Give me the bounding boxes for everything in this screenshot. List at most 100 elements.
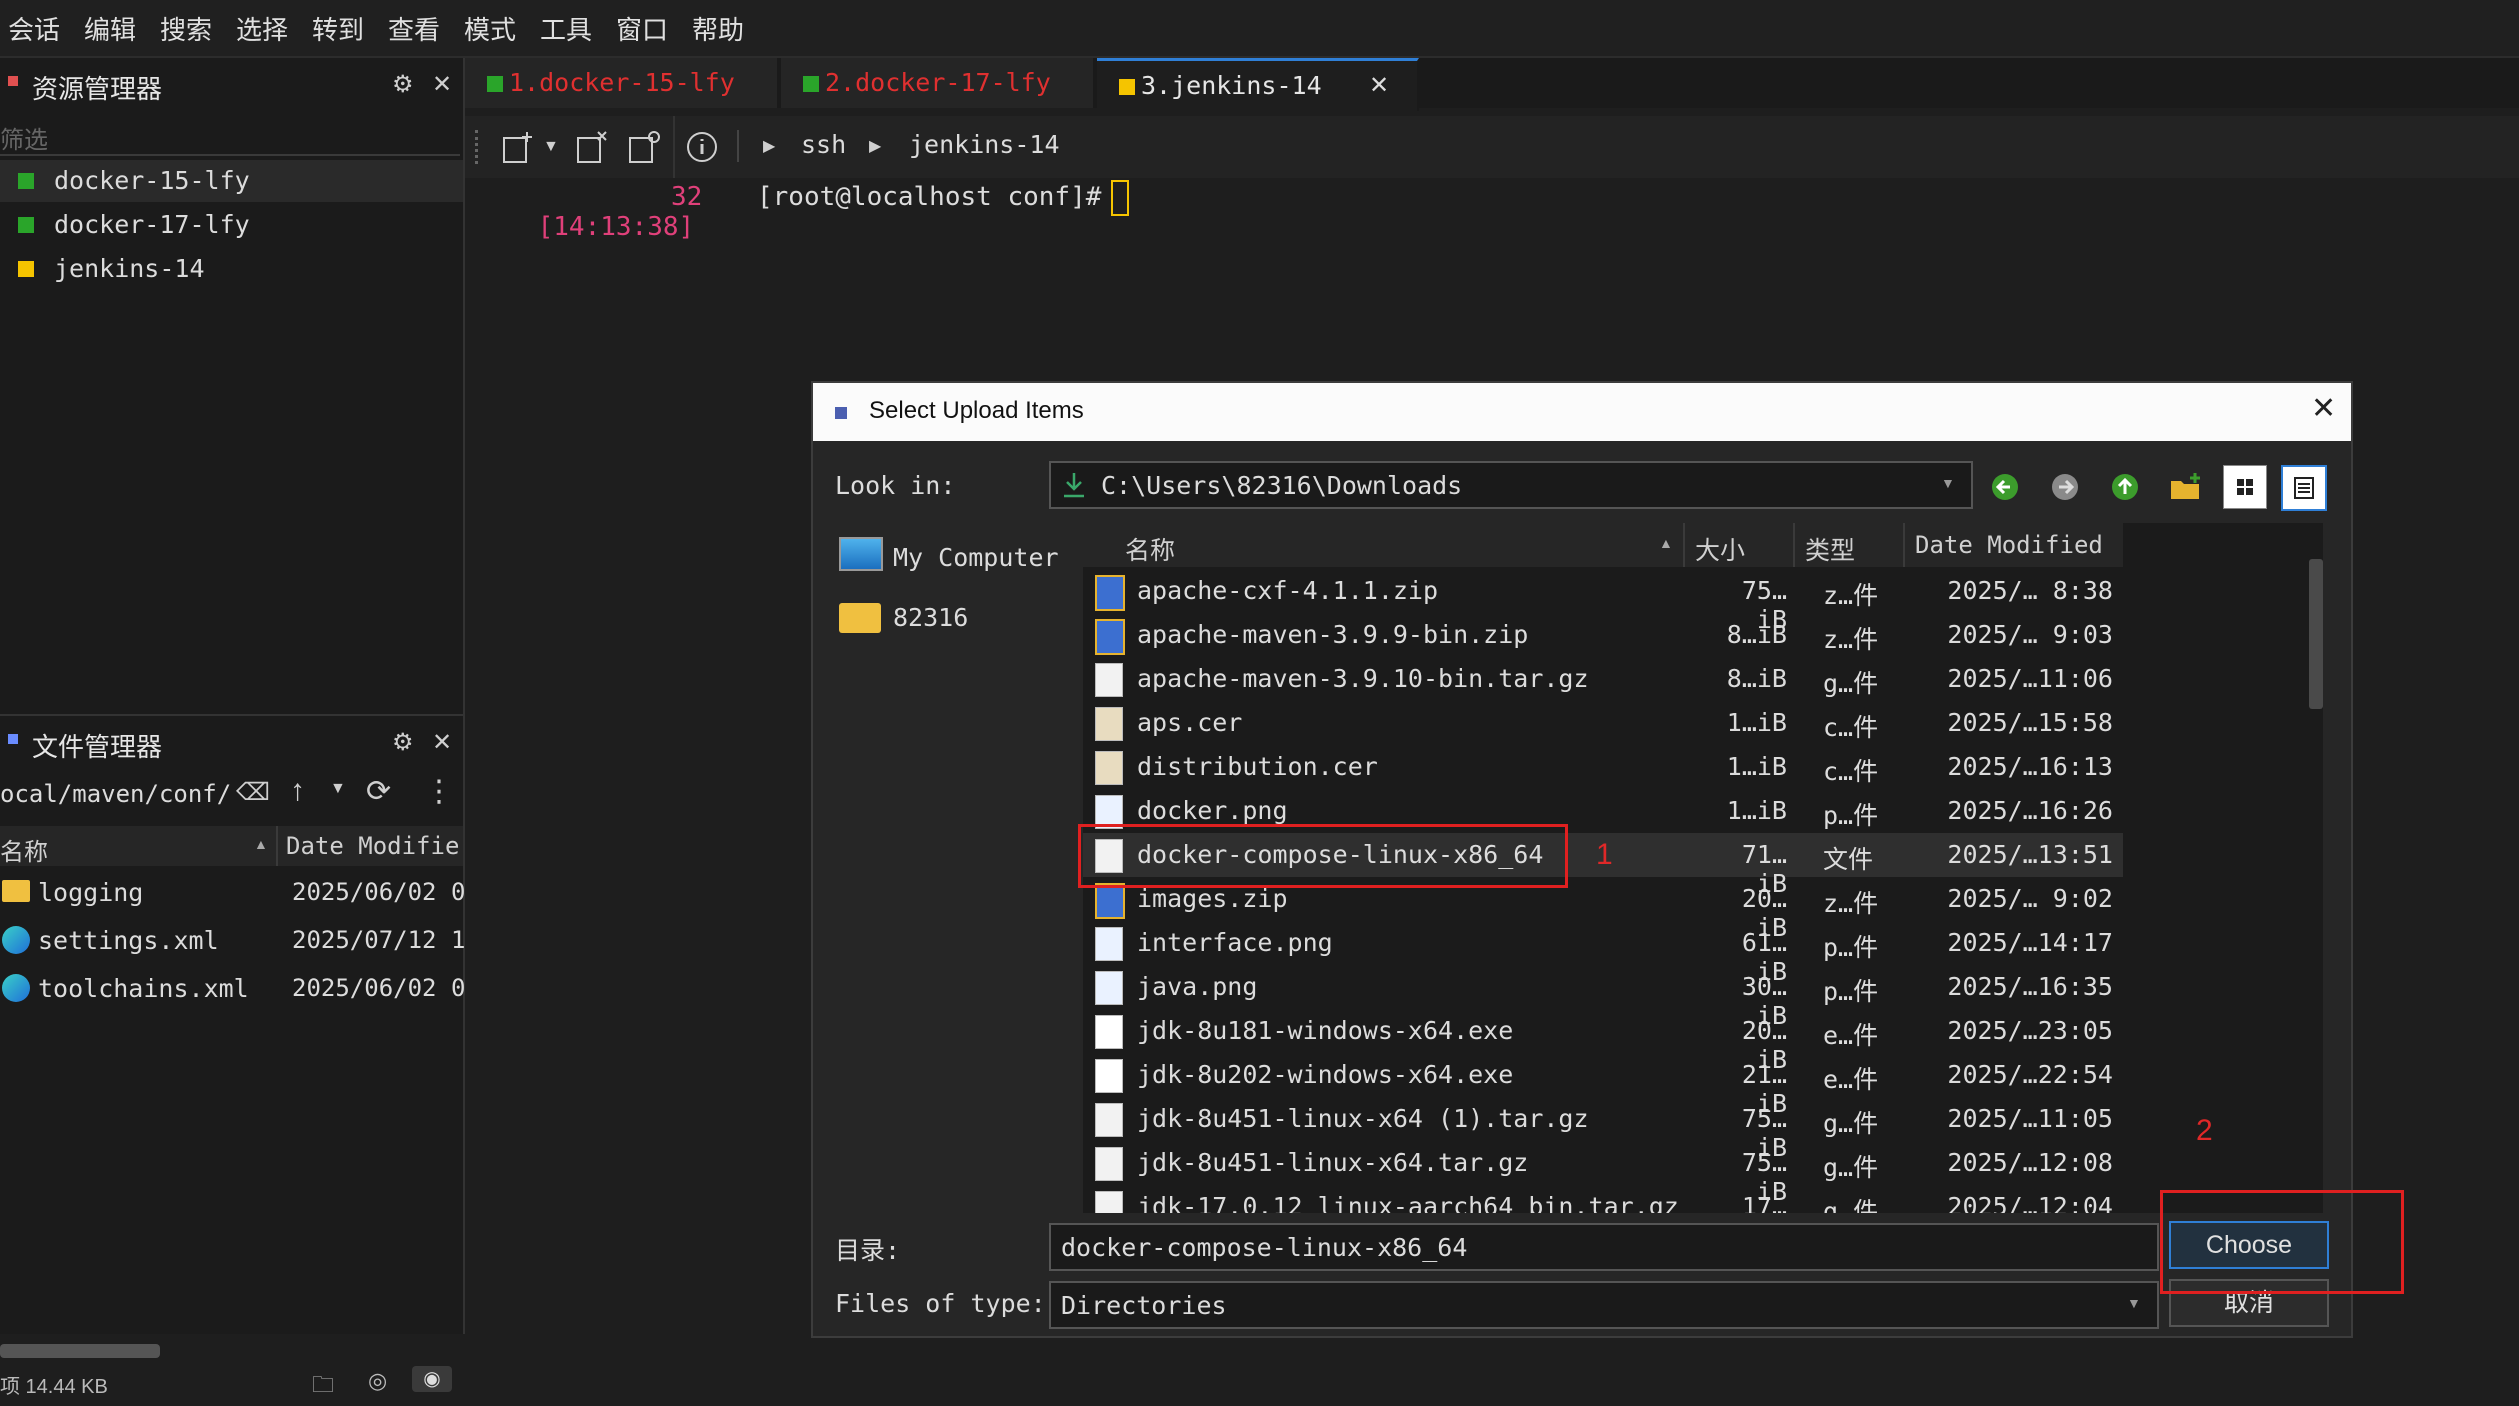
place-item[interactable]: 82316 [835, 593, 1071, 641]
tab-label: 2.docker-17-lfy [825, 68, 1051, 97]
dir-input[interactable]: docker-compose-linux-x86_64 [1049, 1223, 2159, 1271]
chevron-down-icon: ▼ [2127, 1295, 2141, 1311]
file-type: p…件 [1823, 933, 1879, 962]
look-in-label: Look in: [835, 471, 956, 500]
file-row[interactable]: jdk-8u181-windows-x64.exe 20…iB e…件 2025/…2… [1083, 1009, 2123, 1074]
terminal-line: [14:13:38] [475, 182, 695, 272]
status-bar: 项 14.44 KB 🗀 ◎ ◉ [0, 1366, 463, 1398]
file-type: g…件 [1823, 669, 1879, 698]
file-row[interactable]: java.png 30…iB p…件 2025/…16:35 [1083, 965, 2123, 1030]
file-row[interactable]: jdk-8u451-linux-x64 (1).tar.gz 75…iB g…件 20… [1083, 1097, 2123, 1162]
path-input[interactable]: ocal/maven/conf/ [0, 780, 231, 808]
file-row[interactable]: toolchains.xml 2025/06/02 0 [0, 966, 465, 1010]
place-item[interactable]: My Computer [835, 533, 1071, 581]
breadcrumb-host[interactable]: jenkins-14 [909, 130, 1060, 159]
new-folder-icon[interactable] [2165, 467, 2205, 507]
file-row[interactable]: jdk-17.0.12_linux-aarch64_bin.tar.gz 17…i… [1083, 1185, 2123, 1213]
new-session-icon[interactable] [501, 130, 535, 164]
close-icon[interactable]: ✕ [2311, 391, 2336, 426]
file-date: 2025/…12:04 [1947, 1192, 2113, 1213]
col-name-header[interactable]: 名称 ▲ [1083, 523, 1685, 567]
folder-icon[interactable]: 🗀 [312, 1368, 334, 1406]
close-icon[interactable]: ✕ [432, 70, 452, 99]
filter-input[interactable]: 筛选 [0, 114, 460, 156]
file-type: c…件 [1823, 713, 1879, 742]
session-label: docker-17-lfy [54, 210, 250, 239]
file-date: 2025/…15:58 [1947, 708, 2113, 737]
menu-item[interactable]: 帮助 [692, 10, 744, 47]
settings-icon[interactable]: ◎ [368, 1368, 387, 1394]
more-icon[interactable]: ⋮ [424, 774, 454, 809]
menu-item[interactable]: 窗口 [616, 10, 668, 47]
file-name: docker.png [1137, 796, 1288, 825]
back-icon[interactable] [1985, 467, 2025, 507]
forward-icon[interactable] [2045, 467, 2085, 507]
refresh-icon[interactable]: ⟳ [366, 774, 391, 809]
menu-item[interactable]: 模式 [464, 10, 516, 47]
col-date[interactable]: Date Modifie [286, 832, 459, 860]
list-view-icon[interactable] [2223, 465, 2267, 509]
look-in-combo[interactable]: C:\Users\82316\Downloads ▼ [1049, 461, 1973, 509]
close-session-icon[interactable] [575, 130, 609, 164]
chevron-down-icon[interactable]: ▼ [543, 138, 559, 156]
menu-item[interactable]: 会话 [8, 10, 60, 47]
toggle-icon[interactable]: ◉ [412, 1366, 452, 1392]
file-row[interactable]: logging 2025/06/02 0 [0, 870, 465, 914]
file-row[interactable]: aps.cer 1…iB c…件 2025/…15:58 [1083, 701, 2123, 745]
status-square-icon [1119, 79, 1135, 95]
col-name[interactable]: 名称 [0, 832, 48, 867]
breadcrumb-ssh[interactable]: ssh [801, 130, 846, 159]
menu-item[interactable]: 转到 [312, 10, 364, 47]
close-icon[interactable]: ✕ [1369, 71, 1389, 100]
file-type: g…件 [1823, 1153, 1879, 1182]
file-row[interactable]: settings.xml 2025/07/12 1 [0, 918, 465, 962]
session-label: docker-15-lfy [54, 166, 250, 195]
col-size-header[interactable]: 大小 [1685, 523, 1795, 567]
chevron-down-icon[interactable]: ▼ [330, 780, 346, 798]
tab-session[interactable]: 3.jenkins-14 ✕ [1097, 58, 1419, 111]
menu-item[interactable]: 搜索 [160, 10, 212, 47]
menu-item[interactable]: 编辑 [84, 10, 136, 47]
session-item[interactable]: docker-17-lfy [0, 204, 463, 246]
up-arrow-icon[interactable]: ↑ [290, 774, 305, 808]
col-date-header[interactable]: Date Modified [1905, 523, 2123, 567]
vertical-scrollbar[interactable] [2309, 559, 2323, 709]
file-row[interactable]: jdk-8u202-windows-x64.exe 21…iB e…件 2025/…2… [1083, 1053, 2123, 1118]
session-item[interactable]: docker-15-lfy [0, 160, 463, 202]
file-file-icon [1095, 1103, 1123, 1137]
file-row[interactable]: distribution.cer 1…iB c…件 2025/…16:13 [1083, 745, 2123, 789]
session-item[interactable]: jenkins-14 [0, 248, 463, 290]
menu-item[interactable]: 查看 [388, 10, 440, 47]
files-of-type-select[interactable]: Directories ▼ [1049, 1281, 2159, 1329]
tab-session[interactable]: 2.docker-17-lfy [781, 58, 1095, 108]
file-row[interactable]: apache-maven-3.9.9-bin.zip 8…iB z…件 2025/… … [1083, 613, 2123, 657]
tab-session[interactable]: 1.docker-15-lfy [465, 58, 779, 108]
file-row[interactable]: interface.png 61…iB p…件 2025/…14:17 [1083, 921, 2123, 986]
file-date: 2025/… 8:38 [1947, 576, 2113, 605]
file-size: 1…iB [1726, 708, 1787, 737]
menu-item[interactable]: 选择 [236, 10, 288, 47]
file-name: jdk-8u181-windows-x64.exe [1137, 1016, 1514, 1045]
file-row[interactable]: apache-maven-3.9.10-bin.tar.gz 8…iB g…件 202… [1083, 657, 2123, 701]
duplicate-session-icon[interactable] [627, 130, 661, 164]
menu-item[interactable]: 工具 [540, 10, 592, 47]
place-label: My Computer [893, 543, 1059, 572]
parent-dir-icon[interactable] [2105, 467, 2145, 507]
file-row[interactable]: apache-cxf-4.1.1.zip 75…iB z…件 2025/… 8:38 [1083, 569, 2123, 634]
horizontal-scrollbar[interactable] [0, 1344, 160, 1358]
col-type-header[interactable]: 类型 [1795, 523, 1905, 567]
detail-view-icon[interactable] [2281, 465, 2327, 511]
file-row[interactable]: jdk-8u451-linux-x64.tar.gz 75…iB g…件 2025/…… [1083, 1141, 2123, 1206]
dialog-title: Select Upload Items [869, 397, 1084, 424]
clear-icon[interactable]: ⌫ [236, 778, 270, 807]
file-size: 8…iB [1726, 664, 1787, 693]
info-icon[interactable] [685, 130, 719, 164]
gear-icon[interactable]: ⚙ [392, 728, 414, 757]
close-icon[interactable]: ✕ [432, 728, 452, 757]
file-name: jdk-17.0.12_linux-aarch64_bin.tar.gz [1137, 1192, 1679, 1213]
zip-file-icon [1095, 883, 1125, 919]
file-name: jdk-8u202-windows-x64.exe [1137, 1060, 1514, 1089]
select-upload-dialog: Select Upload Items ✕ Look in: C:\Users\… [811, 381, 2353, 1338]
gear-icon[interactable]: ⚙ [392, 70, 414, 99]
drag-handle-icon[interactable] [475, 130, 486, 164]
